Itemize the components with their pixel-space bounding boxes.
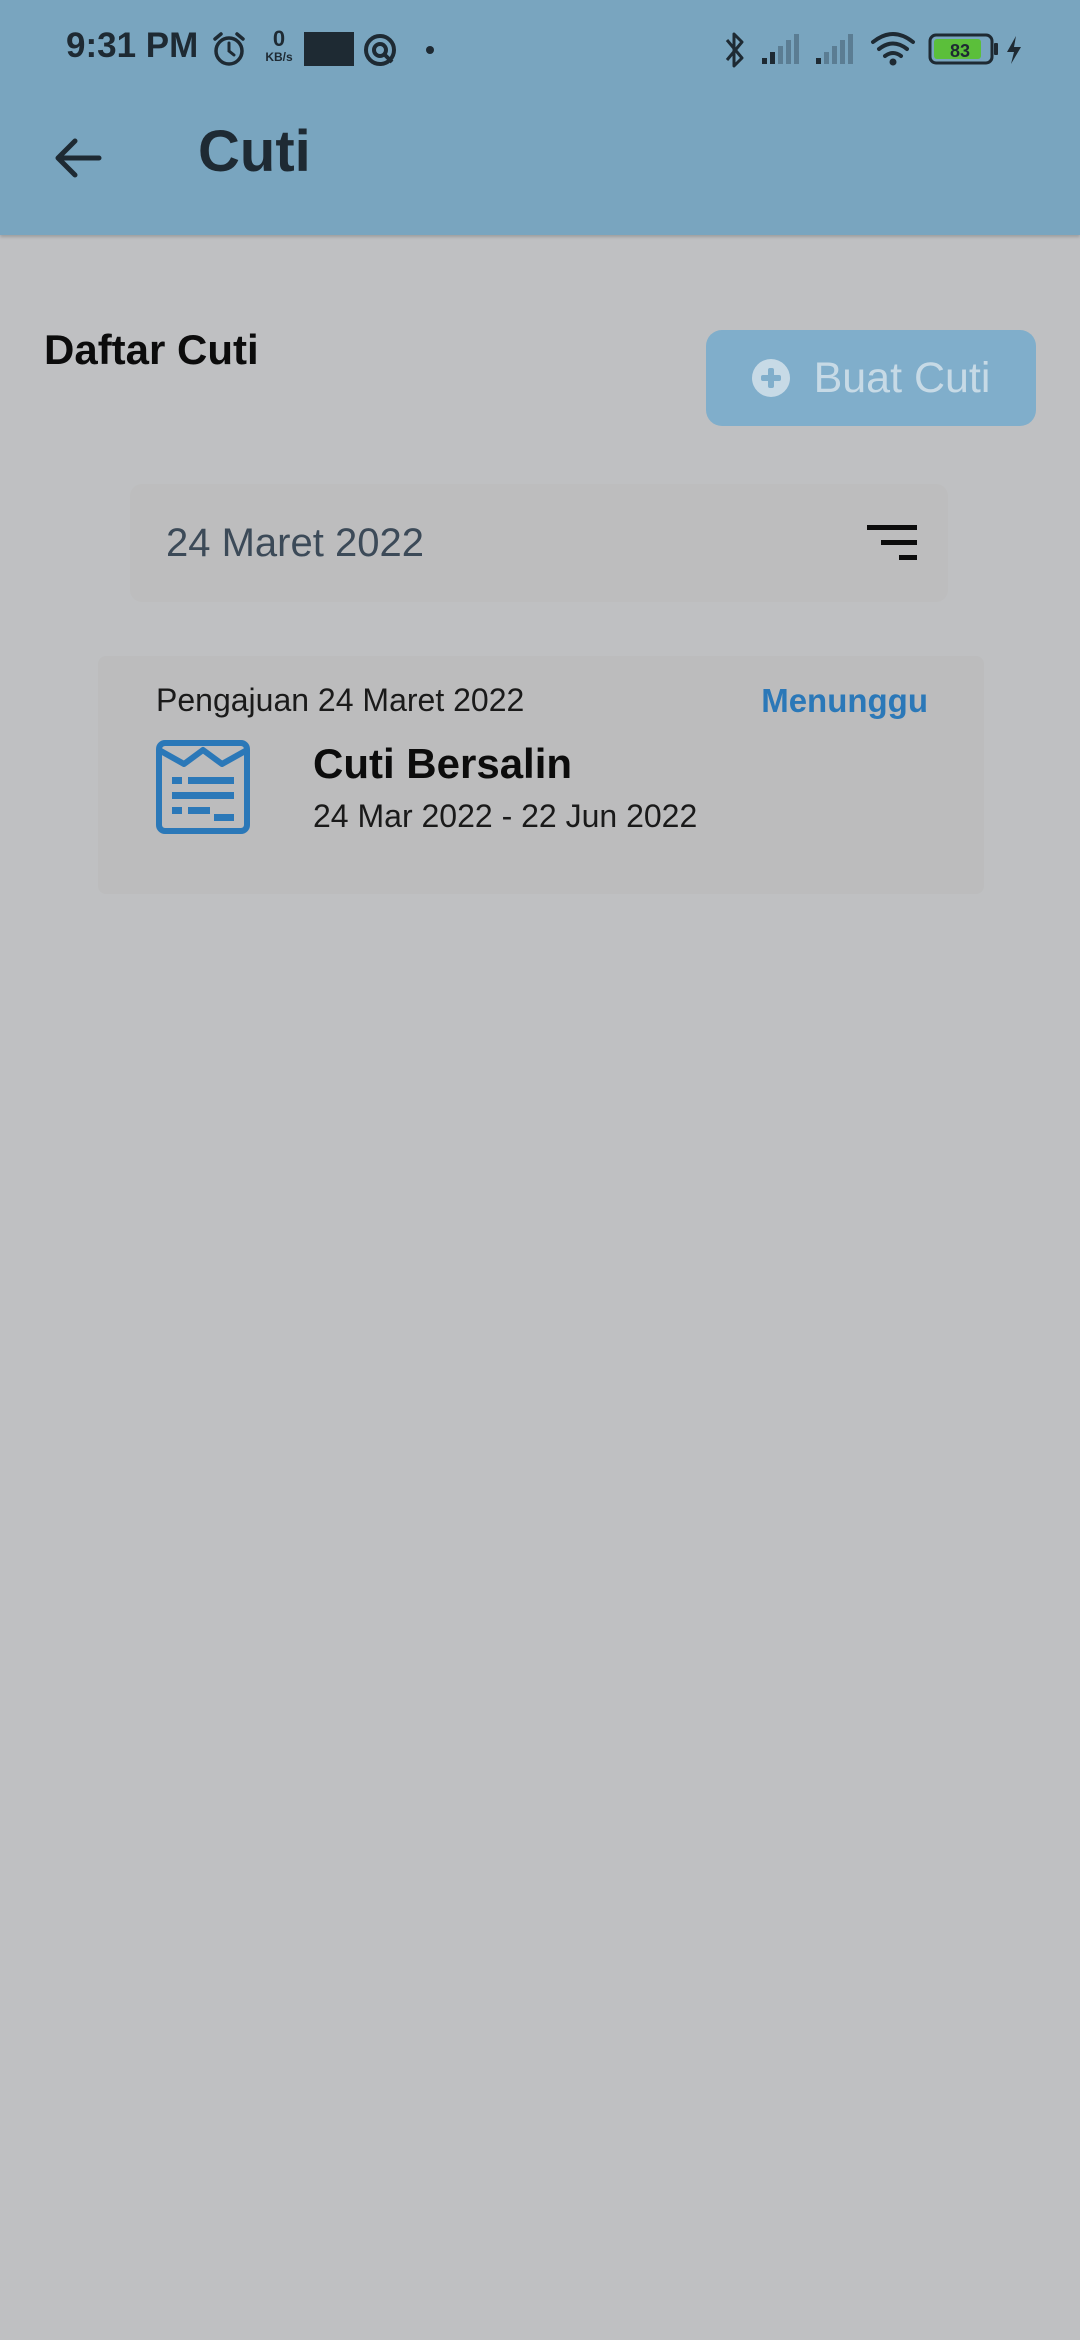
filter-date-text: 24 Maret 2022 <box>166 520 424 565</box>
charging-icon <box>1007 36 1021 64</box>
net-speed-icon: 0 KB/s <box>265 26 293 65</box>
status-dot <box>426 46 434 54</box>
document-icon <box>156 740 250 834</box>
arrow-left-icon <box>55 138 101 177</box>
leave-request-card[interactable]: Pengajuan 24 Maret 2022 Menunggu Cuti Be… <box>98 656 984 894</box>
notification-block <box>304 32 354 66</box>
back-button[interactable] <box>40 120 115 195</box>
date-filter[interactable]: 24 Maret 2022 <box>130 484 948 602</box>
create-leave-button[interactable]: Buat Cuti <box>706 330 1036 426</box>
app-header: 9:31 PM 0 KB/s 83 Cuti <box>0 0 1080 235</box>
status-time: 9:31 PM <box>66 26 199 65</box>
alarm-icon <box>213 32 245 66</box>
status-badge: Menunggu <box>761 682 928 719</box>
submitted-date: Pengajuan 24 Maret 2022 <box>156 682 525 718</box>
plus-circle-icon <box>751 359 790 397</box>
leave-type: Cuti Bersalin <box>313 740 573 787</box>
filter-lines-icon[interactable] <box>866 524 918 562</box>
signal-icon <box>762 34 799 64</box>
page-title: Cuti <box>198 119 311 184</box>
svg-text:83: 83 <box>950 41 970 61</box>
section-title: Daftar Cuti <box>44 326 259 373</box>
battery-icon: 83 <box>928 33 998 65</box>
status-bar: 9:31 PM 0 KB/s 83 <box>0 0 1080 100</box>
signal-icon-2 <box>816 34 853 64</box>
bluetooth-icon <box>725 32 744 68</box>
create-leave-label: Buat Cuti <box>813 353 991 402</box>
record-icon <box>364 34 396 66</box>
wifi-icon <box>871 32 915 66</box>
leave-date-range: 24 Mar 2022 - 22 Jun 2022 <box>313 798 698 834</box>
